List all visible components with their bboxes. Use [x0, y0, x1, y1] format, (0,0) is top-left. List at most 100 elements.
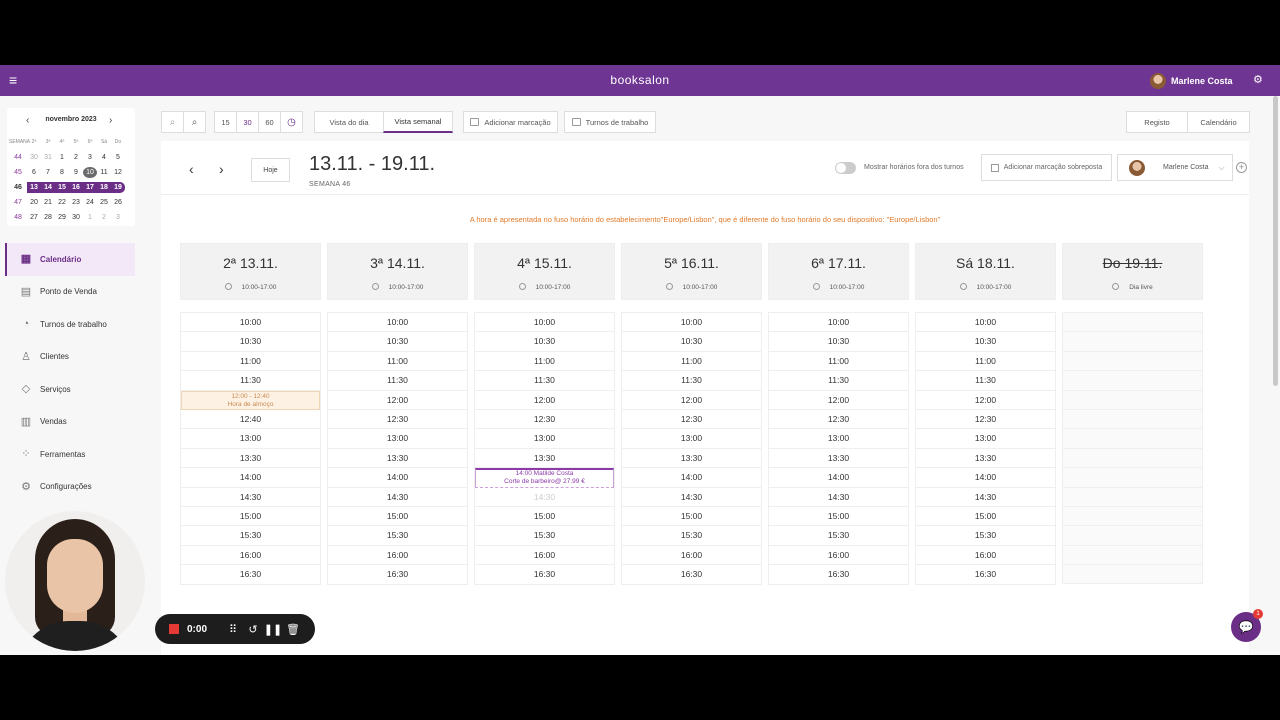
interval-30-button[interactable]: 30 — [236, 111, 259, 133]
time-slot[interactable]: 15:00 — [916, 507, 1055, 527]
mini-day[interactable]: 19 — [111, 182, 125, 193]
time-slot[interactable]: 14:00 — [181, 468, 320, 488]
time-slot[interactable]: 13:00 — [328, 429, 467, 449]
time-slot[interactable]: 12:00 — [769, 391, 908, 410]
add-booking-button[interactable]: Adicionar marcação — [463, 111, 558, 133]
time-slot[interactable]: 16:00 — [622, 546, 761, 566]
time-slot[interactable]: 11:30 — [769, 371, 908, 391]
time-slot[interactable]: 15:30 — [181, 526, 320, 546]
day-header[interactable]: 2ª 13.11. 10:00-17:00 — [180, 243, 321, 300]
mini-day[interactable]: 24 — [83, 197, 97, 208]
time-slot[interactable]: 10:00 — [769, 313, 908, 333]
time-slot[interactable]: 14:30 — [475, 488, 614, 507]
clock-icon[interactable]: ◷ — [280, 111, 303, 133]
mini-day[interactable]: 7 — [41, 167, 55, 178]
time-slot[interactable]: 10:00 — [328, 313, 467, 333]
time-slot[interactable]: 14:30 — [181, 488, 320, 507]
time-slot[interactable]: 16:00 — [916, 546, 1055, 566]
time-slot[interactable]: 10:30 — [916, 332, 1055, 352]
today-button[interactable]: Hoje — [251, 158, 290, 182]
mini-day[interactable]: 15 — [55, 182, 69, 193]
sidebar-item-4[interactable]: ◇ Serviços — [7, 373, 135, 406]
sidebar-item-3[interactable]: ♙ Clientes — [7, 341, 135, 374]
hamburger-menu-icon[interactable]: ≡ — [9, 73, 21, 87]
stop-recording-icon[interactable] — [169, 624, 179, 634]
time-slot[interactable]: 16:00 — [769, 546, 908, 566]
time-slot[interactable]: 13:00 — [475, 429, 614, 449]
time-slot[interactable]: 14:30 — [328, 488, 467, 507]
time-slot[interactable]: 15:00 — [475, 507, 614, 527]
time-slot[interactable]: 12:00 — [622, 391, 761, 410]
mini-day[interactable]: 2 — [69, 152, 83, 163]
week-number[interactable]: 46 — [9, 182, 27, 193]
time-slot[interactable]: 11:00 — [769, 352, 908, 372]
registo-tab[interactable]: Registo — [1126, 111, 1188, 133]
day-header[interactable]: 3ª 14.11. 10:00-17:00 — [327, 243, 468, 300]
mini-day[interactable]: 3 — [111, 212, 125, 223]
time-slot[interactable]: 13:30 — [916, 449, 1055, 469]
time-slot[interactable]: 12:00 — [328, 391, 467, 410]
time-slot[interactable]: 11:00 — [328, 352, 467, 372]
mini-day[interactable]: 11 — [97, 167, 111, 178]
time-slot[interactable]: 10:30 — [622, 332, 761, 352]
mini-day[interactable]: 3 — [83, 152, 97, 163]
day-header[interactable]: Do 19.11. Dia livre — [1062, 243, 1203, 300]
next-week-chevron-right-icon[interactable]: › — [219, 161, 224, 177]
time-slot[interactable]: 10:00 — [916, 313, 1055, 333]
interval-15-button[interactable]: 15 — [214, 111, 237, 133]
week-view-tab[interactable]: Vista semanal — [383, 111, 453, 133]
mini-next-month-chevron-right-icon[interactable]: › — [109, 115, 112, 126]
time-slot[interactable]: 15:00 — [622, 507, 761, 527]
grid-drag-icon[interactable]: ⠿ — [223, 623, 243, 636]
pause-icon[interactable]: ❚❚ — [263, 623, 283, 636]
mini-day[interactable]: 13 — [27, 182, 41, 193]
time-slot[interactable]: 14:30 — [916, 488, 1055, 507]
mini-day[interactable]: 28 — [41, 212, 55, 223]
time-slot[interactable]: 15:00 — [181, 507, 320, 527]
time-slot[interactable]: 14:30 — [769, 488, 908, 507]
time-slot[interactable]: 16:30 — [328, 565, 467, 584]
mini-day[interactable]: 8 — [55, 167, 69, 178]
time-slot[interactable]: 10:00 — [181, 313, 320, 333]
trash-icon[interactable]: 🗑 — [283, 623, 303, 636]
mini-day[interactable]: 30 — [69, 212, 83, 223]
time-slot[interactable]: 14:30 — [622, 488, 761, 507]
time-slot[interactable]: 11:30 — [916, 371, 1055, 391]
week-number[interactable]: 47 — [9, 197, 27, 208]
restart-icon[interactable]: ↺ — [243, 623, 263, 636]
time-slot[interactable]: 11:00 — [622, 352, 761, 372]
time-slot[interactable]: 11:00 — [916, 352, 1055, 372]
time-slot[interactable]: 15:30 — [475, 526, 614, 546]
time-slot[interactable]: 11:30 — [622, 371, 761, 391]
mini-day[interactable]: 9 — [69, 167, 83, 178]
time-slot[interactable]: 12:00 — [475, 391, 614, 410]
mini-day[interactable]: 14 — [41, 182, 55, 193]
interval-60-button[interactable]: 60 — [258, 111, 281, 133]
time-slot[interactable]: 16:30 — [916, 565, 1055, 584]
time-slot[interactable]: 16:30 — [181, 565, 320, 584]
mini-day[interactable]: 12 — [111, 167, 125, 178]
mini-day[interactable]: 4 — [97, 152, 111, 163]
page-scrollbar[interactable] — [1273, 96, 1278, 386]
sidebar-item-7[interactable]: ⚙ Configurações — [7, 471, 135, 504]
mini-day[interactable]: 1 — [83, 212, 97, 223]
time-slot[interactable]: 14:00 — [916, 468, 1055, 488]
time-slot[interactable]: 12:30 — [475, 410, 614, 430]
time-slot[interactable]: 15:00 — [328, 507, 467, 527]
mini-day[interactable]: 17 — [83, 182, 97, 193]
week-number[interactable]: 45 — [9, 167, 27, 178]
time-slot[interactable]: 11:30 — [328, 371, 467, 391]
time-slot[interactable]: 13:30 — [328, 449, 467, 469]
time-slot[interactable]: 10:30 — [328, 332, 467, 352]
time-slot[interactable]: 13:30 — [475, 449, 614, 469]
mini-day[interactable]: 20 — [27, 197, 41, 208]
time-slot[interactable]: 16:00 — [475, 546, 614, 566]
time-slot[interactable]: 12:30 — [916, 410, 1055, 430]
staff-select[interactable]: Marlene Costa ⌵ — [1117, 154, 1233, 181]
mini-day[interactable]: 18 — [97, 182, 111, 193]
time-slot[interactable]: 13:30 — [622, 449, 761, 469]
mini-day[interactable]: 27 — [27, 212, 41, 223]
time-slot[interactable]: 15:30 — [328, 526, 467, 546]
mini-day[interactable]: 5 — [111, 152, 125, 163]
time-slot[interactable]: 15:30 — [916, 526, 1055, 546]
